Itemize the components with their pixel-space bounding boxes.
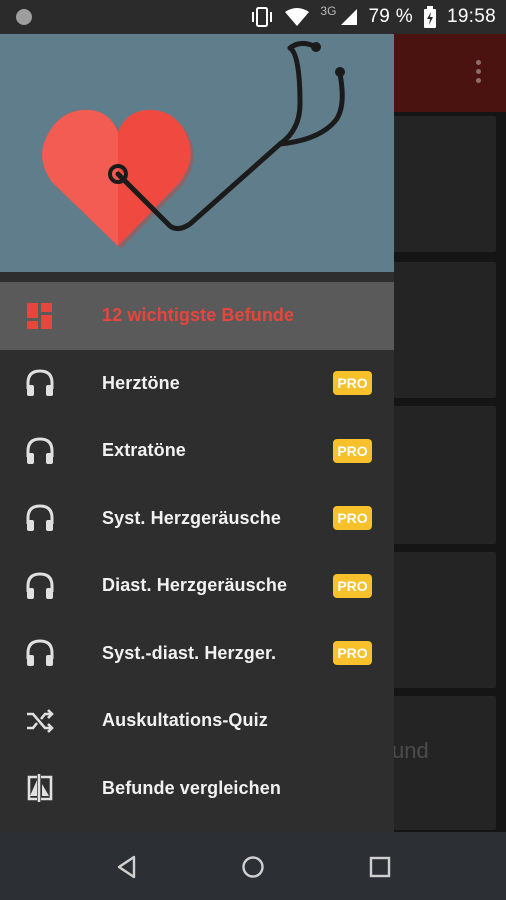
drawer-item-compare[interactable]: Befunde vergleichen xyxy=(0,755,394,823)
drawer-item-quiz[interactable]: Auskultations-Quiz xyxy=(0,687,394,755)
heart-stethoscope-illustration xyxy=(42,40,345,249)
battery-charging-icon xyxy=(423,6,436,28)
drawer-item-label: Extratöne xyxy=(102,440,186,461)
battery-percent: 79 % xyxy=(368,6,413,27)
drawer-item-label: Syst.-diast. Herzger. xyxy=(102,642,277,663)
drawer-header xyxy=(0,34,394,272)
headphones-icon xyxy=(26,369,54,397)
pro-badge: PRO xyxy=(333,438,372,463)
drawer-item-extra-sounds[interactable]: Extratöne PRO xyxy=(0,417,394,485)
status-bar: 3G 79 % 19:58 xyxy=(0,0,506,34)
navigation-drawer: 12 wichtigste Befunde Herztöne PRO Extra… xyxy=(0,34,394,832)
compare-icon xyxy=(27,774,53,803)
network-type: 3G xyxy=(320,4,337,18)
drawer-item-label: Auskultations-Quiz xyxy=(102,710,268,731)
back-icon[interactable] xyxy=(114,854,140,880)
drawer-item-label: Syst. Herzgeräusche xyxy=(102,507,281,528)
overflow-menu-icon[interactable] xyxy=(476,60,482,86)
cellular-signal-icon xyxy=(341,9,358,25)
system-navigation-bar xyxy=(0,832,506,900)
wifi-icon xyxy=(285,8,310,26)
drawer-item-systolic-murmurs[interactable]: Syst. Herzgeräusche PRO xyxy=(0,485,394,553)
vibrate-icon xyxy=(252,7,273,27)
pro-badge: PRO xyxy=(333,371,372,396)
clock: 19:58 xyxy=(446,6,496,27)
app-card[interactable] xyxy=(392,552,496,688)
headphones-icon xyxy=(26,639,54,667)
pro-badge: PRO xyxy=(333,506,372,531)
home-icon[interactable] xyxy=(240,854,266,880)
drawer-item-label: 12 wichtigste Befunde xyxy=(102,305,295,326)
headphones-icon xyxy=(26,572,54,599)
drawer-menu: 12 wichtigste Befunde Herztöne PRO Extra… xyxy=(0,282,394,822)
drawer-item-diastolic-murmurs[interactable]: Diast. Herzgeräusche PRO xyxy=(0,552,394,620)
drawer-item-syst-diast-murmurs[interactable]: Syst.-diast. Herzger. PRO xyxy=(0,620,394,688)
card-partial-text: und xyxy=(392,738,429,763)
headphones-icon xyxy=(26,437,54,464)
recents-icon[interactable] xyxy=(367,854,393,880)
drawer-item-label: Herztöne xyxy=(102,372,180,393)
drawer-item-top-findings[interactable]: 12 wichtigste Befunde xyxy=(0,282,394,350)
status-icons: 3G 79 % 19:58 xyxy=(250,0,496,34)
drawer-item-label: Befunde vergleichen xyxy=(102,777,281,798)
pro-badge: PRO xyxy=(333,641,372,666)
notification-dot-icon xyxy=(16,9,32,25)
drawer-item-heart-sounds[interactable]: Herztöne PRO xyxy=(0,350,394,418)
app-card[interactable] xyxy=(392,262,496,398)
drawer-item-label: Diast. Herzgeräusche xyxy=(102,575,288,596)
pro-badge: PRO xyxy=(333,573,372,598)
shuffle-icon xyxy=(27,708,54,733)
headphones-icon xyxy=(26,504,54,532)
dashboard-icon xyxy=(27,302,52,329)
app-card[interactable] xyxy=(392,116,496,252)
app-card[interactable] xyxy=(392,406,496,544)
